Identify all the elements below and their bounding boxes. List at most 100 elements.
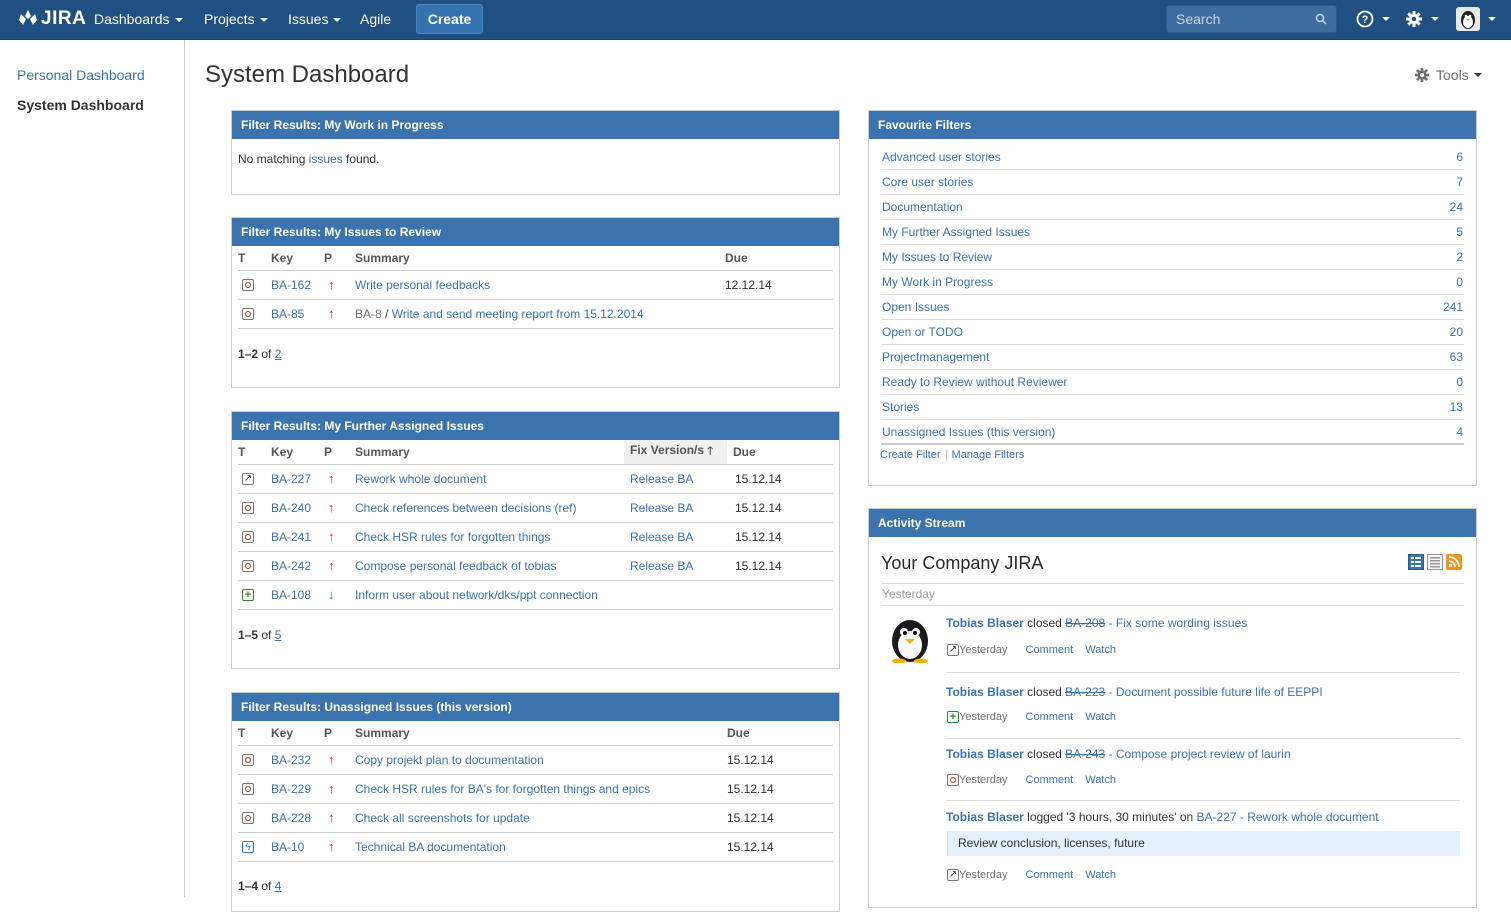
nav-projects[interactable]: Projects xyxy=(204,11,268,27)
issue-summary-link[interactable]: Check all screenshots for update xyxy=(355,811,530,825)
nav-dashboards[interactable]: Dashboards xyxy=(94,11,183,27)
user-link[interactable]: Tobias Blaser xyxy=(946,685,1024,699)
filter-count[interactable]: 5 xyxy=(1456,220,1463,244)
filter-count[interactable]: 24 xyxy=(1450,195,1463,219)
fix-version-link[interactable]: Release BA xyxy=(630,472,693,486)
column-header-due[interactable]: Due xyxy=(727,721,833,746)
issue-key-link[interactable]: BA-241 xyxy=(271,530,311,544)
issue-summary-link[interactable]: Rework whole document xyxy=(355,472,486,486)
user-link[interactable]: Tobias Blaser xyxy=(946,810,1024,824)
column-header-due[interactable]: Due xyxy=(725,246,833,271)
filter-count[interactable]: 6 xyxy=(1456,145,1463,169)
issue-key-link[interactable]: BA-242 xyxy=(271,559,311,573)
full-view-icon[interactable] xyxy=(1408,554,1424,570)
filter-link[interactable]: My Further Assigned Issues xyxy=(882,220,1030,244)
comment-link[interactable]: Comment xyxy=(1026,644,1074,656)
issue-key-link[interactable]: BA-228 xyxy=(271,811,311,825)
parent-issue-link[interactable]: BA-8 xyxy=(355,307,382,321)
create-filter-link[interactable]: Create Filter xyxy=(880,449,941,461)
comment-link[interactable]: Comment xyxy=(1026,869,1074,881)
filter-link[interactable]: My Issues to Review xyxy=(882,245,992,269)
fix-version-link[interactable]: Release BA xyxy=(630,530,693,544)
issue-key-link[interactable]: BA-162 xyxy=(271,278,311,292)
column-header-summary[interactable]: Summary xyxy=(355,246,725,271)
issue-summary-link[interactable]: Technical BA documentation xyxy=(355,840,506,854)
help-menu[interactable]: ? xyxy=(1356,10,1391,31)
pager-total-link[interactable]: 4 xyxy=(275,879,282,893)
issue-key-link[interactable]: BA-208 xyxy=(1065,616,1105,630)
fix-version-link[interactable]: Release BA xyxy=(630,559,693,573)
nav-agile[interactable]: Agile xyxy=(360,11,391,27)
filter-link[interactable]: Ready to Review without Reviewer xyxy=(882,370,1067,394)
issue-key-link[interactable]: BA-243 xyxy=(1065,747,1105,761)
filter-count[interactable]: 2 xyxy=(1456,245,1463,269)
search-input[interactable]: Search xyxy=(1166,5,1337,33)
filter-count[interactable]: 241 xyxy=(1443,295,1463,319)
watch-link[interactable]: Watch xyxy=(1085,869,1116,881)
filter-link[interactable]: Open or TODO xyxy=(882,320,963,344)
issue-summary-link[interactable]: Write personal feedbacks xyxy=(355,278,490,292)
column-header-priority[interactable]: P xyxy=(324,721,355,746)
filter-link[interactable]: Advanced user stories xyxy=(882,145,1001,169)
column-header-key[interactable]: Key xyxy=(271,440,324,465)
user-link[interactable]: Tobias Blaser xyxy=(946,747,1024,761)
issues-link[interactable]: issues xyxy=(309,152,343,166)
issue-summary-link[interactable]: Fix some wording issues xyxy=(1116,616,1247,630)
column-header-key[interactable]: Key xyxy=(271,246,324,271)
issue-summary-link[interactable]: Write and send meeting report from 15.12… xyxy=(392,307,644,321)
column-header-due[interactable]: Due xyxy=(727,440,833,465)
filter-link[interactable]: Documentation xyxy=(882,195,963,219)
list-view-icon[interactable] xyxy=(1427,554,1443,570)
issue-key-link[interactable]: BA-229 xyxy=(271,782,311,796)
issue-key-link[interactable]: BA-227 xyxy=(1197,810,1237,824)
column-header-summary[interactable]: Summary xyxy=(355,440,624,465)
filter-count[interactable]: 4 xyxy=(1456,420,1463,443)
filter-link[interactable]: Unassigned Issues (this version) xyxy=(882,420,1055,443)
column-header-type[interactable]: T xyxy=(238,440,271,465)
watch-link[interactable]: Watch xyxy=(1085,774,1116,786)
comment-link[interactable]: Comment xyxy=(1026,711,1074,723)
user-avatar-menu[interactable] xyxy=(1456,7,1497,34)
avatar[interactable] xyxy=(885,617,935,666)
issue-summary-link[interactable]: Compose personal feedback of tobias xyxy=(355,559,556,573)
admin-menu[interactable] xyxy=(1405,10,1440,31)
comment-link[interactable]: Comment xyxy=(1026,774,1074,786)
sidebar-item-personal-dashboard[interactable]: Personal Dashboard xyxy=(17,67,145,83)
pager-total-link[interactable]: 2 xyxy=(275,347,282,361)
issue-summary-link[interactable]: Rework whole document xyxy=(1247,810,1378,824)
watch-link[interactable]: Watch xyxy=(1085,644,1116,656)
column-header-type[interactable]: T xyxy=(238,246,271,271)
manage-filters-link[interactable]: Manage Filters xyxy=(952,449,1025,461)
column-header-priority[interactable]: P xyxy=(324,246,355,271)
filter-link[interactable]: My Work in Progress xyxy=(882,270,993,294)
issue-key-link[interactable]: BA-227 xyxy=(271,472,311,486)
jira-logo[interactable]: JIRA xyxy=(17,8,86,30)
filter-count[interactable]: 13 xyxy=(1450,395,1463,419)
issue-summary-link[interactable]: Check references between decisions (ref) xyxy=(355,501,576,515)
filter-count[interactable]: 63 xyxy=(1450,345,1463,369)
filter-count[interactable]: 0 xyxy=(1456,370,1463,394)
issue-key-link[interactable]: BA-240 xyxy=(271,501,311,515)
column-header-type[interactable]: T xyxy=(238,721,271,746)
issue-summary-link[interactable]: Compose project review of laurin xyxy=(1116,747,1291,761)
sidebar-item-system-dashboard[interactable]: System Dashboard xyxy=(17,97,144,113)
filter-link[interactable]: Open Issues xyxy=(882,295,949,319)
nav-issues[interactable]: Issues xyxy=(288,11,342,27)
filter-link[interactable]: Projectmanagement xyxy=(882,345,989,369)
column-header-key[interactable]: Key xyxy=(271,721,324,746)
issue-key-link[interactable]: BA-85 xyxy=(271,307,304,321)
issue-key-link[interactable]: BA-232 xyxy=(271,753,311,767)
issue-key-link[interactable]: BA-10 xyxy=(271,840,304,854)
filter-link[interactable]: Stories xyxy=(882,395,919,419)
tools-menu[interactable]: Tools xyxy=(1414,67,1482,83)
user-link[interactable]: Tobias Blaser xyxy=(946,616,1024,630)
issue-key-link[interactable]: BA-223 xyxy=(1065,685,1105,699)
filter-link[interactable]: Core user stories xyxy=(882,170,973,194)
filter-count[interactable]: 0 xyxy=(1456,270,1463,294)
issue-summary-link[interactable]: Inform user about network/dks/ppt connec… xyxy=(355,588,598,602)
issue-summary-link[interactable]: Copy projekt plan to documentation xyxy=(355,753,544,767)
issue-key-link[interactable]: BA-108 xyxy=(271,588,311,602)
column-header-priority[interactable]: P xyxy=(324,440,355,465)
issue-summary-link[interactable]: Check HSR rules for forgotten things xyxy=(355,530,550,544)
column-header-fix-version[interactable]: Fix Version/s 🡑 xyxy=(624,440,727,465)
